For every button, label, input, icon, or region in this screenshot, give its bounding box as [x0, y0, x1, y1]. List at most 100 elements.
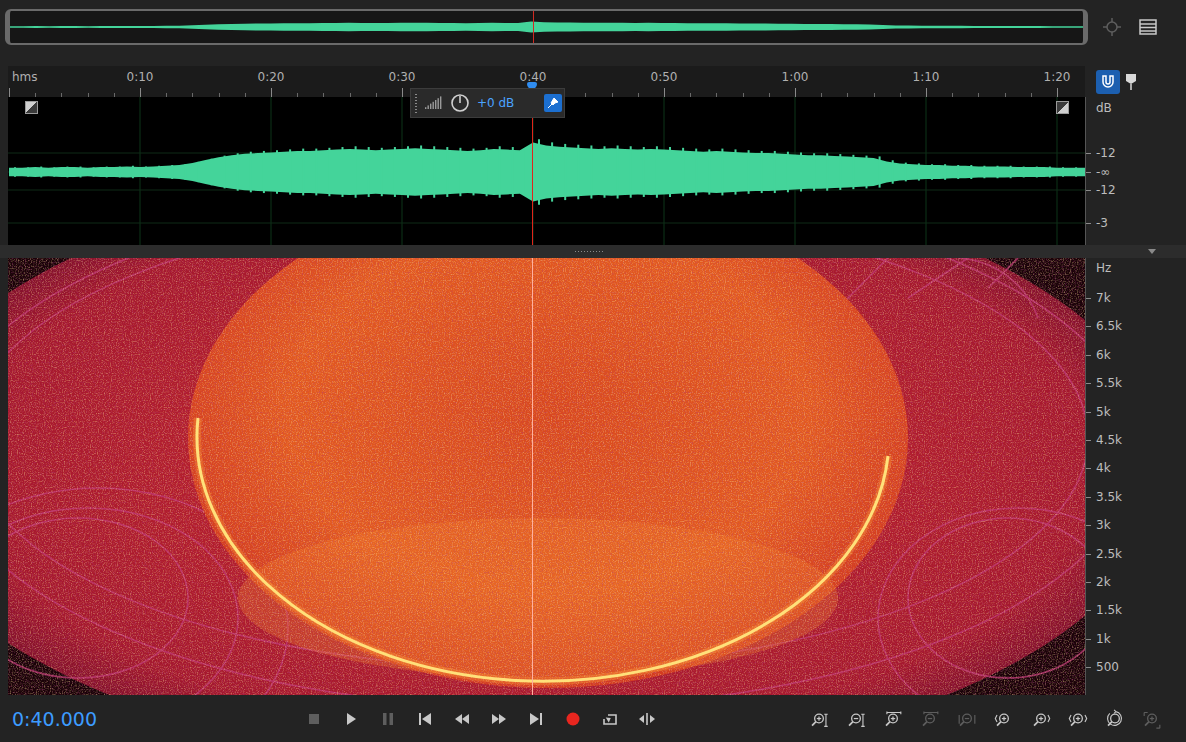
- frequency-label: 4.5k: [1096, 433, 1122, 447]
- go-to-start-button[interactable]: [406, 704, 443, 734]
- stop-button[interactable]: [295, 704, 332, 734]
- amplitude-label: -∞: [1096, 165, 1110, 179]
- zoom-out-time-button[interactable]: [911, 704, 948, 734]
- snap-button[interactable]: [1096, 70, 1120, 94]
- ruler-label: 0:20: [258, 70, 285, 84]
- frequency-label: 500: [1096, 660, 1119, 674]
- pin-icon: [547, 97, 559, 109]
- pause-button[interactable]: [369, 704, 406, 734]
- frequency-unit: Hz: [1096, 261, 1111, 275]
- zoom-out-amplitude-icon: [846, 709, 866, 729]
- playhead: [532, 97, 533, 245]
- frequency-label: 5.5k: [1096, 376, 1122, 390]
- zoom-fit-icon: [1142, 709, 1162, 729]
- record-icon: [565, 711, 581, 727]
- frequency-label: 5k: [1096, 405, 1111, 419]
- loop-button[interactable]: [591, 704, 628, 734]
- spectrogram-panel: Hz7k6.5k6k5.5k5k4.5k4k3.5k3k2.5k2k1.5k1k…: [0, 258, 1186, 695]
- ruler-tick: [140, 88, 141, 97]
- waveform-canvas[interactable]: [8, 97, 1085, 245]
- zoom-in-end-button[interactable]: [1022, 704, 1059, 734]
- ruler-label: 1:20: [1044, 70, 1071, 84]
- rewind-icon: [454, 711, 470, 727]
- current-time[interactable]: 0:40.000: [0, 708, 295, 730]
- divider-grip[interactable]: [574, 250, 604, 254]
- zoom-navigator-icon[interactable]: [1102, 17, 1122, 37]
- panel-divider[interactable]: [0, 245, 1186, 258]
- ruler-label: 0:50: [651, 70, 678, 84]
- collapse-icon[interactable]: [1148, 249, 1156, 254]
- zoom-in-amplitude-button[interactable]: [800, 704, 837, 734]
- audio-editor: hms0:100:200:300:400:501:001:101:20dB-12…: [0, 0, 1186, 742]
- zoom-reset-button[interactable]: [1096, 704, 1133, 734]
- transport-bar: 0:40.000: [0, 695, 1186, 742]
- zoom-in-amplitude-icon: [809, 709, 829, 729]
- spectrogram-canvas[interactable]: [8, 258, 1085, 695]
- frequency-label: 1k: [1096, 632, 1111, 646]
- fade-in-handle[interactable]: [25, 101, 38, 114]
- overview-bar: [0, 0, 1186, 66]
- zoom-reset-icon: [1105, 709, 1125, 729]
- ruler-tick: [795, 88, 796, 97]
- amplitude-unit: dB: [1096, 101, 1112, 115]
- spectrogram-playhead: [532, 258, 533, 695]
- gain-value[interactable]: +0 dB: [477, 96, 537, 110]
- record-button[interactable]: [554, 704, 591, 734]
- frequency-scale: Hz7k6.5k6k5.5k5k4.5k4k3.5k3k2.5k2k1.5k1k…: [1085, 258, 1186, 695]
- frequency-label: 6.5k: [1096, 319, 1122, 333]
- level-bars-icon: [425, 96, 443, 110]
- frequency-label: 3k: [1096, 518, 1111, 532]
- zoom-fit-button[interactable]: [1133, 704, 1170, 734]
- frequency-label: 3.5k: [1096, 490, 1122, 504]
- ruler-tick: [1057, 88, 1058, 97]
- frequency-label: 4k: [1096, 461, 1111, 475]
- overview-waveform: [10, 11, 1083, 43]
- transport-controls: [295, 704, 665, 734]
- zoom-in-start-button[interactable]: [985, 704, 1022, 734]
- zoom-out-full-icon: [957, 709, 977, 729]
- zoom-controls: [800, 704, 1186, 734]
- loop-icon: [602, 711, 618, 727]
- skip-selection-button[interactable]: [628, 704, 665, 734]
- fade-out-handle[interactable]: [1056, 101, 1069, 114]
- frequency-label: 6k: [1096, 348, 1111, 362]
- amplitude-label: -3: [1096, 216, 1108, 230]
- zoom-out-time-icon: [920, 709, 940, 729]
- frequency-label: 7k: [1096, 291, 1111, 305]
- hud-grip[interactable]: [414, 93, 418, 113]
- overview-navigator[interactable]: [5, 9, 1088, 45]
- marker-icon[interactable]: [1125, 73, 1137, 91]
- timeline-ruler: hms0:100:200:300:400:501:001:101:20: [0, 66, 1186, 97]
- skip-selection-icon: [639, 711, 655, 727]
- gain-hud[interactable]: +0 dB: [410, 88, 565, 118]
- overview-playhead: [533, 11, 534, 43]
- gain-knob-icon[interactable]: [450, 93, 470, 113]
- zoom-in-time-icon: [883, 709, 903, 729]
- ruler-tick: [271, 88, 272, 97]
- zoom-out-amplitude-button[interactable]: [837, 704, 874, 734]
- go-to-end-button[interactable]: [517, 704, 554, 734]
- spectrogram: [8, 258, 1085, 695]
- pin-button[interactable]: [544, 94, 562, 112]
- fast-forward-button[interactable]: [480, 704, 517, 734]
- zoom-out-full-button[interactable]: [948, 704, 985, 734]
- zoom-in-end-icon: [1031, 709, 1051, 729]
- zoom-selection-icon: [1068, 709, 1088, 729]
- frequency-label: 1.5k: [1096, 603, 1122, 617]
- ruler-label: 0:10: [127, 70, 154, 84]
- magnet-icon: [1100, 74, 1116, 90]
- ruler-tick: [402, 88, 403, 97]
- frequency-label: 2.5k: [1096, 547, 1122, 561]
- zoom-in-time-button[interactable]: [874, 704, 911, 734]
- play-icon: [343, 711, 359, 727]
- rewind-button[interactable]: [443, 704, 480, 734]
- zoom-selection-button[interactable]: [1059, 704, 1096, 734]
- play-button[interactable]: [332, 704, 369, 734]
- ruler-unit: hms: [12, 70, 38, 84]
- panel-menu-icon[interactable]: [1138, 17, 1158, 37]
- amplitude-label: -12: [1096, 183, 1116, 197]
- overview-tools: [1088, 9, 1186, 37]
- ruler-tick: [926, 88, 927, 97]
- waveform-panel: dB-12-∞-12-3: [0, 97, 1186, 245]
- ruler-label: 0:30: [389, 70, 416, 84]
